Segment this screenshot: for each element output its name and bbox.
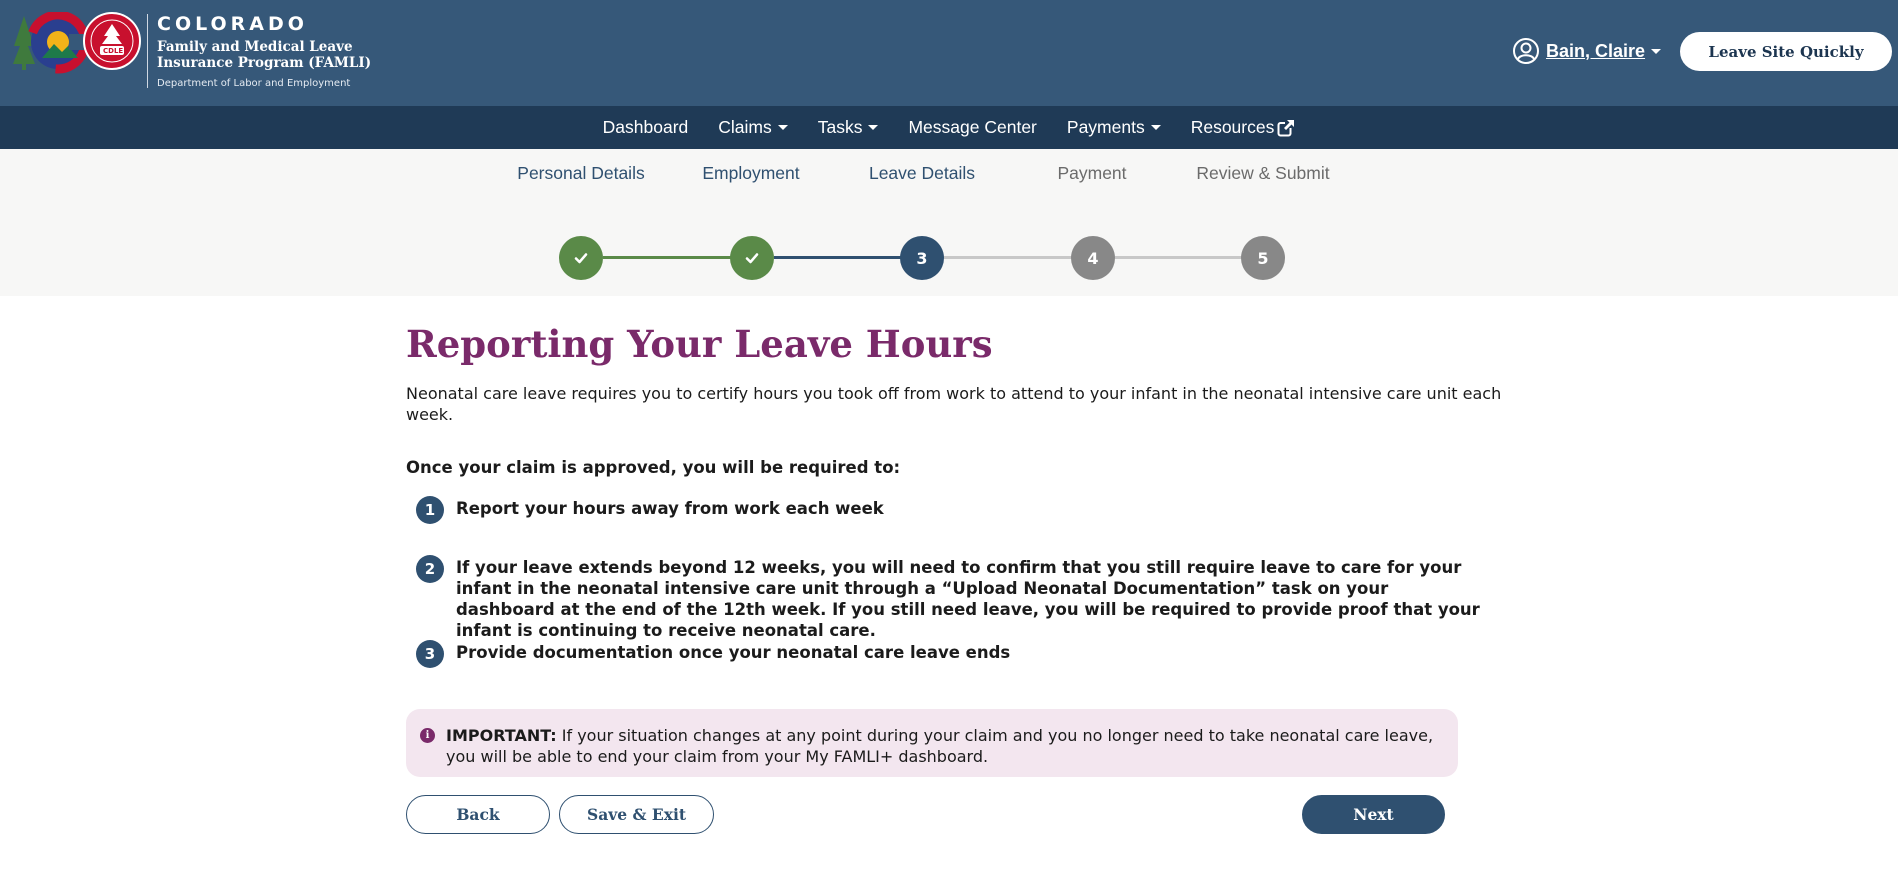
nav-label: Dashboard	[602, 117, 689, 137]
department-name: Department of Labor and Employment	[157, 78, 351, 89]
step-connector-future	[944, 256, 1072, 259]
colorado-logo-icon	[13, 12, 141, 74]
nav-message-center[interactable]: Message Center	[908, 117, 1036, 138]
nav-label: Tasks	[817, 117, 863, 137]
nav-label: Payments	[1066, 117, 1145, 137]
nav-claims[interactable]: Claims	[718, 117, 788, 138]
requirement-text: Provide documentation once your neonatal…	[456, 643, 1011, 662]
chevron-down-icon	[1150, 125, 1161, 130]
back-button[interactable]: Back	[406, 795, 550, 834]
seal-badge-text: CDLE	[103, 47, 124, 55]
step-4-upcoming: 4	[1071, 236, 1115, 280]
main-nav: Dashboard Claims Tasks Message Center Pa…	[0, 106, 1898, 149]
info-icon: i	[420, 728, 435, 743]
check-icon	[745, 253, 759, 264]
logo-divider	[147, 14, 148, 88]
step-label-personal-details[interactable]: Personal Details	[506, 163, 656, 184]
step-label-review-submit: Review & Submit	[1196, 163, 1330, 183]
chevron-down-icon	[777, 125, 788, 130]
alert-text: IMPORTANT: If your situation changes at …	[446, 725, 1440, 777]
nav-dashboard[interactable]: Dashboard	[603, 117, 689, 138]
nav-resources[interactable]: Resources	[1191, 117, 1296, 138]
step-5-upcoming: 5	[1241, 236, 1285, 280]
save-exit-button[interactable]: Save & Exit	[559, 795, 714, 834]
page-title: Reporting Your Leave Hours	[406, 322, 993, 366]
requirement-number-badge: 2	[416, 555, 444, 583]
leave-site-quickly-button[interactable]: Leave Site Quickly	[1680, 32, 1892, 71]
brand-subtitle: Family and Medical Leave Insurance Progr…	[157, 39, 372, 71]
user-circle-icon	[1513, 38, 1539, 64]
next-button[interactable]: Next	[1302, 795, 1445, 834]
brand-title: COLORADO	[157, 13, 308, 35]
step-label-employment[interactable]: Employment	[676, 163, 826, 184]
requirement-text: If your leave extends beyond 12 weeks, y…	[456, 558, 1480, 640]
step-connector-active	[774, 256, 902, 259]
step-label-leave-details[interactable]: Leave Details	[847, 163, 997, 184]
requirement-item: 2 If your leave extends beyond 12 weeks,…	[416, 555, 1486, 641]
external-link-icon	[1277, 118, 1296, 136]
requirement-item: 1 Report your hours away from work each …	[416, 496, 1486, 524]
progress-stepper: Personal Details Employment Leave Detail…	[0, 149, 1898, 296]
requirements-heading: Once your claim is approved, you will be…	[406, 458, 901, 477]
step-connector-complete	[603, 256, 732, 259]
requirement-text: Report your hours away from work each we…	[456, 499, 884, 518]
chevron-down-icon	[1651, 48, 1662, 54]
site-header: CDLE COLORADO Family and Medical Leave I…	[0, 0, 1898, 106]
nav-label: Resources	[1190, 117, 1275, 137]
alert-message: If your situation changes at any point d…	[446, 726, 1434, 766]
important-alert: i IMPORTANT: If your situation changes a…	[406, 709, 1458, 777]
nav-label: Message Center	[908, 117, 1037, 137]
step-2-complete[interactable]	[730, 236, 774, 280]
alert-label: IMPORTANT:	[446, 726, 557, 745]
chevron-down-icon	[868, 125, 879, 130]
requirement-item: 3 Provide documentation once your neonat…	[416, 640, 1486, 668]
step-label-payment: Payment	[1057, 163, 1127, 183]
requirement-number-badge: 1	[416, 496, 444, 524]
intro-text: Neonatal care leave requires you to cert…	[406, 384, 1502, 424]
nav-payments[interactable]: Payments	[1067, 117, 1161, 138]
user-menu[interactable]: Bain, Claire	[1512, 36, 1662, 66]
step-1-complete[interactable]	[559, 236, 603, 280]
step-3-current[interactable]: 3	[900, 236, 944, 280]
nav-label: Claims	[718, 117, 772, 137]
step-connector-future	[1115, 256, 1243, 259]
check-icon	[574, 253, 588, 264]
nav-tasks[interactable]: Tasks	[818, 117, 879, 138]
requirement-number-badge: 3	[416, 640, 444, 668]
user-name-link[interactable]: Bain, Claire	[1546, 41, 1645, 62]
